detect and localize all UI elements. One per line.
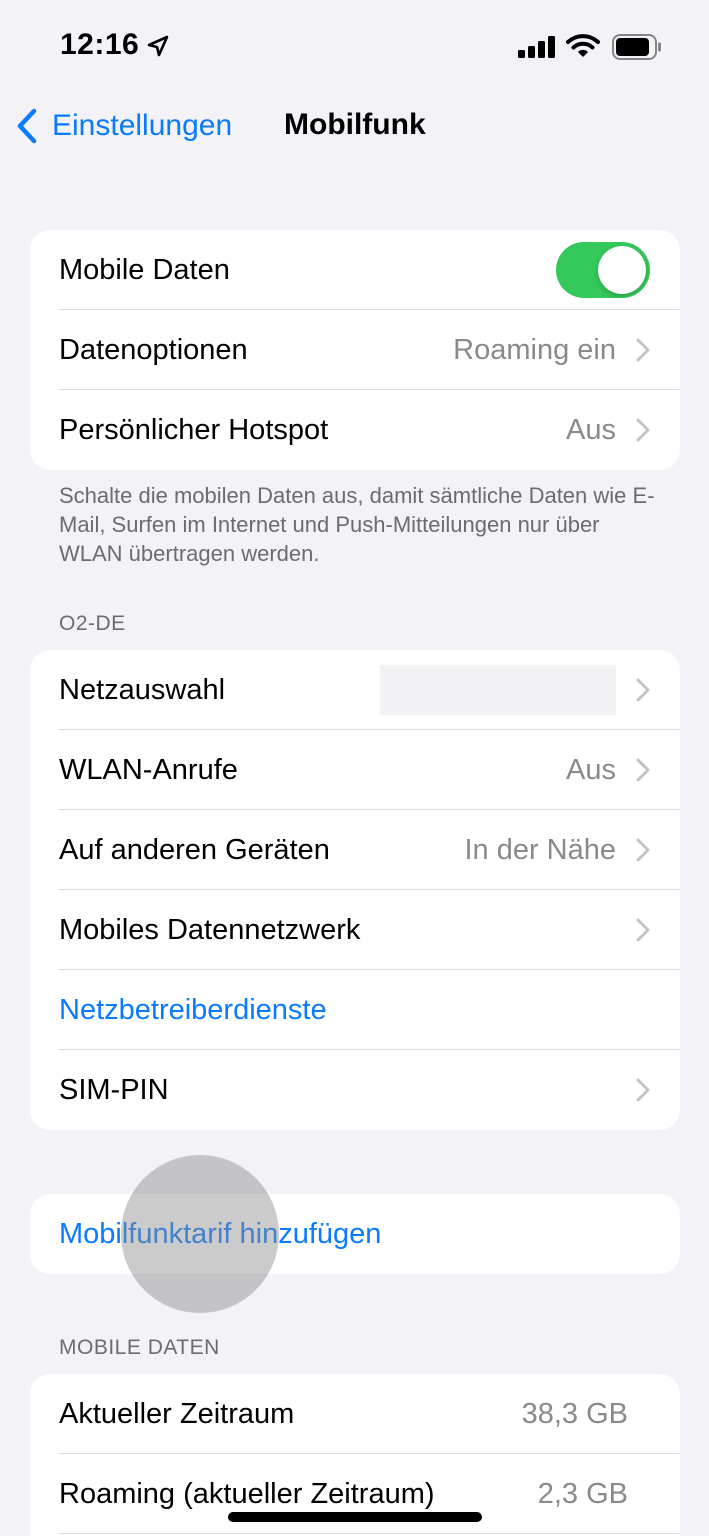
- mobile-data-group: Mobile Daten Datenoptionen Roaming ein P…: [30, 230, 680, 470]
- cellular-signal-icon: [518, 36, 555, 58]
- chevron-right-icon: [636, 918, 650, 942]
- battery-icon: [612, 34, 661, 60]
- hotspot-row[interactable]: Persönlicher Hotspot Aus: [30, 390, 680, 470]
- back-button[interactable]: Einstellungen: [14, 104, 232, 148]
- home-indicator[interactable]: [228, 1512, 482, 1522]
- data-options-label: Datenoptionen: [59, 333, 248, 366]
- other-devices-value: In der Nähe: [464, 833, 616, 866]
- wifi-calling-value: Aus: [566, 753, 616, 786]
- chevron-right-icon: [636, 678, 650, 702]
- hotspot-value: Aus: [566, 413, 616, 446]
- navigation-bar: Einstellungen Mobilfunk: [0, 96, 709, 156]
- toggle-knob: [598, 246, 646, 294]
- current-period-value: 38,3 GB: [521, 1397, 628, 1430]
- sim-pin-row[interactable]: SIM-PIN: [30, 1050, 680, 1130]
- current-period-row: Aktueller Zeitraum 38,3 GB: [30, 1374, 680, 1454]
- mobile-data-footer: Schalte die mobilen Daten aus, damit säm…: [59, 483, 655, 566]
- status-bar: 12:16: [0, 0, 709, 96]
- other-devices-row[interactable]: Auf anderen Geräten In der Nähe: [30, 810, 680, 890]
- chevron-right-icon: [636, 338, 650, 362]
- wifi-icon: [566, 34, 600, 57]
- current-period-label: Aktueller Zeitraum: [59, 1397, 295, 1430]
- carrier-services-row[interactable]: Netzbetreiberdienste: [30, 970, 680, 1050]
- add-plan-row[interactable]: Mobilfunktarif hinzufügen: [30, 1194, 680, 1274]
- wifi-calling-label: WLAN-Anrufe: [59, 753, 238, 786]
- other-devices-label: Auf anderen Geräten: [59, 833, 330, 866]
- chevron-right-icon: [636, 758, 650, 782]
- chevron-right-icon: [636, 838, 650, 862]
- data-options-row[interactable]: Datenoptionen Roaming ein: [30, 310, 680, 390]
- cellular-settings-screen: 12:16 Einstellungen Mobilfunk Mobile Dat…: [0, 0, 709, 1536]
- sim-pin-label: SIM-PIN: [59, 1073, 169, 1106]
- mobile-data-label: Mobile Daten: [59, 253, 230, 286]
- chevron-right-icon: [636, 1078, 650, 1102]
- chevron-left-icon: [17, 108, 37, 144]
- location-arrow-icon: [147, 35, 169, 57]
- carrier-section-header: O2-DE: [59, 612, 126, 635]
- carrier-services-link[interactable]: Netzbetreiberdienste: [59, 994, 327, 1027]
- network-selection-row[interactable]: Netzauswahl: [30, 650, 680, 730]
- status-time: 12:16: [60, 28, 140, 61]
- redacted-network-value: [380, 665, 616, 715]
- add-plan-group: Mobilfunktarif hinzufügen: [30, 1194, 680, 1274]
- chevron-right-icon: [636, 418, 650, 442]
- mobile-data-network-row[interactable]: Mobiles Datennetzwerk: [30, 890, 680, 970]
- mobile-data-section-header: MOBILE DATEN: [59, 1336, 220, 1359]
- hotspot-label: Persönlicher Hotspot: [59, 413, 329, 446]
- network-selection-label: Netzauswahl: [59, 673, 226, 706]
- add-cellular-plan-link[interactable]: Mobilfunktarif hinzufügen: [59, 1218, 381, 1251]
- data-options-value: Roaming ein: [453, 333, 616, 366]
- back-button-label: Einstellungen: [52, 109, 233, 142]
- roaming-period-value: 2,3 GB: [537, 1477, 628, 1510]
- page-title: Mobilfunk: [284, 108, 426, 141]
- roaming-period-label: Roaming (aktueller Zeitraum): [59, 1477, 435, 1510]
- mobile-data-row: Mobile Daten: [30, 230, 680, 310]
- roaming-period-row: Roaming (aktueller Zeitraum) 2,3 GB: [30, 1454, 680, 1534]
- wifi-calling-row[interactable]: WLAN-Anrufe Aus: [30, 730, 680, 810]
- mobile-data-toggle[interactable]: [556, 242, 650, 298]
- carrier-group: Netzauswahl WLAN-Anrufe Aus Auf anderen …: [30, 650, 680, 1130]
- mobile-data-network-label: Mobiles Datennetzwerk: [59, 913, 361, 946]
